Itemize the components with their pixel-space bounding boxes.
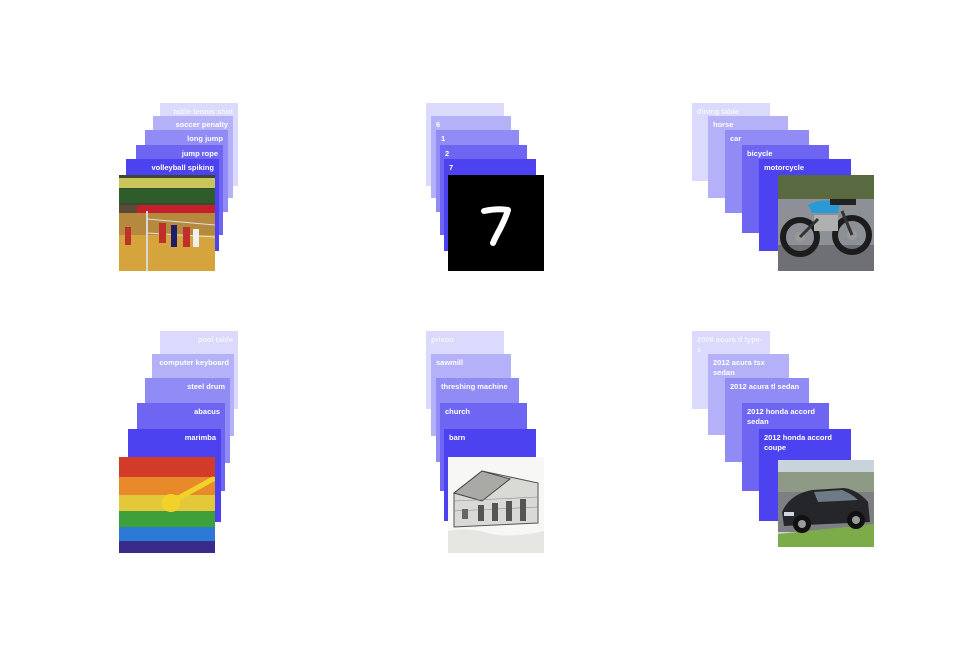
handwritten-digit-seven <box>448 175 544 271</box>
barn-sketch <box>448 457 544 553</box>
honda-accord-photo <box>778 460 874 547</box>
volleyball-photo <box>119 175 215 271</box>
motorcycle-photo <box>778 175 874 271</box>
marimba-photo <box>119 457 215 553</box>
